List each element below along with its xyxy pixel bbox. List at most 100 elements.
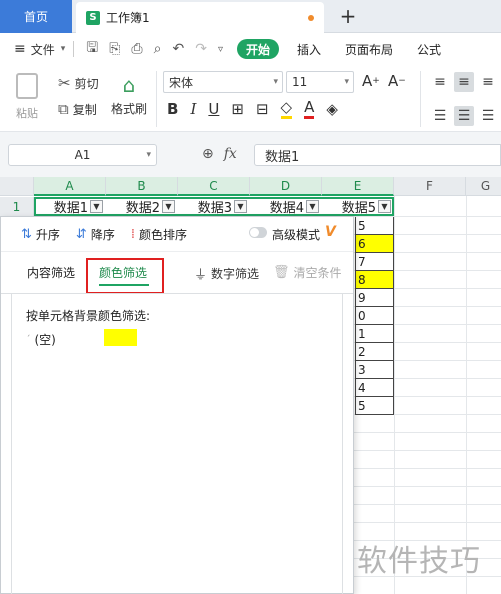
merge-icon[interactable]: ⊟	[256, 100, 269, 118]
formula-tools: ⊕ fx	[202, 146, 237, 162]
cell-e[interactable]: 5	[355, 397, 394, 415]
cell-e-highlighted[interactable]: 8	[355, 271, 394, 289]
file-menu[interactable]: ≡ 文件 ▾	[14, 41, 65, 58]
number-filter-button[interactable]: ⏚ 数字筛选	[194, 264, 259, 283]
new-tab-button[interactable]: +	[336, 2, 360, 30]
select-all-corner[interactable]	[0, 177, 34, 196]
color-sort-button[interactable]: ⁞ 颜色排序	[131, 226, 187, 243]
vip-icon: V	[325, 224, 336, 240]
function-icon[interactable]: fx	[224, 146, 237, 162]
cell-e[interactable]: 0	[355, 307, 394, 325]
font-color-icon[interactable]: A	[304, 98, 315, 119]
cell-e-highlighted[interactable]: 6	[355, 235, 394, 253]
chevron-down-icon: ▾	[344, 77, 349, 87]
row-header-1[interactable]: 1	[0, 197, 34, 216]
document-title: 工作簿1	[106, 11, 150, 25]
unsaved-dot-icon	[308, 15, 314, 21]
align-right-icon[interactable]: ☰	[478, 106, 498, 126]
color-filter-title: 按单元格背景颜色筛选:	[26, 309, 151, 323]
save-icon[interactable]: 🖫	[86, 37, 98, 61]
redo-icon[interactable]: ↷	[195, 41, 207, 57]
watermark: 软件技巧	[357, 544, 481, 579]
title-bar: 首页 S 工作簿1 +	[0, 0, 501, 33]
print-preview-icon[interactable]: ⌕	[154, 41, 162, 57]
chevron-down-icon: ▾	[60, 44, 66, 54]
clear-format-icon[interactable]: ◈	[326, 100, 338, 118]
column-header-d[interactable]: D	[250, 177, 322, 196]
advanced-mode-toggle[interactable]	[249, 227, 267, 238]
cut-button[interactable]: ✂ 剪切	[58, 74, 99, 92]
border-icon[interactable]: ⊞	[231, 100, 244, 118]
fill-color-icon[interactable]: ◇	[280, 98, 293, 119]
color-option-empty[interactable]: ˊ (空)	[26, 331, 56, 348]
zoom-icon[interactable]: ⊕	[202, 146, 214, 162]
cell-e[interactable]: 5	[355, 217, 394, 235]
divider	[156, 71, 157, 127]
font-name-select[interactable]: 宋体 ▾	[163, 71, 283, 93]
paste-button[interactable]: 粘贴	[12, 73, 42, 121]
filter-popup: ⇅ 升序 ⇵ 降序 ⁞ 颜色排序 高级模式 V 内容筛选 颜色筛选 ⏚ 数字筛选…	[0, 216, 354, 594]
column-header-f[interactable]: F	[394, 177, 466, 196]
name-box[interactable]: A1 ▾	[8, 144, 157, 166]
align-middle-icon[interactable]: ≡	[454, 72, 474, 92]
brush-icon: ⌂	[122, 73, 136, 97]
divider	[420, 71, 421, 127]
align-left-icon[interactable]: ☰	[430, 106, 450, 126]
cell-e[interactable]: 2	[355, 343, 394, 361]
format-painter-label: 格式刷	[110, 102, 147, 116]
column-header-a[interactable]: A	[34, 177, 106, 196]
tab-home[interactable]: 首页	[0, 0, 72, 33]
clear-conditions-button[interactable]: 🗑 清空条件	[273, 264, 342, 281]
font-size-value: 11	[292, 75, 308, 89]
formula-input[interactable]: 数据1	[254, 144, 501, 166]
decrease-font-button[interactable]: A −	[388, 72, 406, 90]
color-filter-panel: 按单元格背景颜色筛选: ˊ (空)	[1, 293, 353, 594]
format-painter-button[interactable]: ⌂ 格式刷	[108, 73, 150, 117]
menu-icon: ≡	[14, 41, 26, 57]
cell-e[interactable]: 3	[355, 361, 394, 379]
tab-content-filter[interactable]: 内容筛选	[27, 264, 75, 281]
copy-label: 复制	[72, 102, 97, 117]
paste-label: 粘贴	[16, 107, 38, 120]
bold-icon[interactable]: B	[167, 100, 178, 118]
column-header-g[interactable]: G	[466, 177, 501, 196]
italic-icon[interactable]: I	[190, 100, 196, 118]
cell-e[interactable]: 4	[355, 379, 394, 397]
align-top-icon[interactable]: ≡	[430, 72, 450, 92]
sort-ascending-button[interactable]: ⇅ 升序	[21, 226, 60, 243]
font-size-select[interactable]: 11 ▾	[286, 71, 354, 93]
divider	[73, 41, 75, 57]
print-icon[interactable]: ⎙	[131, 41, 142, 57]
sort-ascending-icon: ⇅	[21, 226, 32, 242]
filter-tabs: 内容筛选 颜色筛选 ⏚ 数字筛选 🗑 清空条件	[1, 251, 353, 294]
cell-e[interactable]: 9	[355, 289, 394, 307]
column-header-c[interactable]: C	[178, 177, 250, 196]
underline-icon[interactable]: U	[208, 100, 219, 118]
chevron-down-icon: ▾	[146, 150, 151, 160]
alignment-group: ≡ ≡ ≡ ☰ ☰ ☰	[430, 72, 501, 126]
chevron-down-icon: ▾	[273, 77, 278, 87]
color-swatch-yellow[interactable]	[104, 329, 137, 346]
copy-button[interactable]: ⧉ 复制	[58, 100, 97, 118]
align-center-icon[interactable]: ☰	[454, 106, 474, 126]
color-option-empty-label: (空)	[34, 333, 56, 347]
sort-descending-button[interactable]: ⇵ 降序	[76, 226, 115, 243]
color-sort-label: 颜色排序	[138, 227, 187, 242]
ribbon-tab-page-layout[interactable]: 页面布局	[345, 41, 393, 58]
increase-font-button[interactable]: A +	[362, 72, 380, 90]
cell-e[interactable]: 7	[355, 253, 394, 271]
column-header-e[interactable]: E	[322, 177, 394, 196]
ribbon-tab-insert[interactable]: 插入	[297, 41, 321, 58]
clipboard-icon	[16, 73, 38, 99]
ribbon-tab-formula[interactable]: 公式	[417, 41, 441, 58]
ribbon-tab-start[interactable]: 开始	[236, 39, 279, 59]
undo-icon[interactable]: ↶	[172, 41, 184, 57]
cell-e[interactable]: 1	[355, 325, 394, 343]
align-bottom-icon[interactable]: ≡	[478, 72, 498, 92]
export-icon[interactable]: ⎘	[109, 41, 120, 57]
color-filter-list: 按单元格背景颜色筛选: ˊ (空)	[11, 294, 343, 594]
column-header-b[interactable]: B	[106, 177, 178, 196]
tab-document[interactable]: S 工作簿1	[76, 2, 324, 33]
customize-icon[interactable]: ▿	[218, 44, 223, 55]
font-name-value: 宋体	[169, 75, 194, 90]
